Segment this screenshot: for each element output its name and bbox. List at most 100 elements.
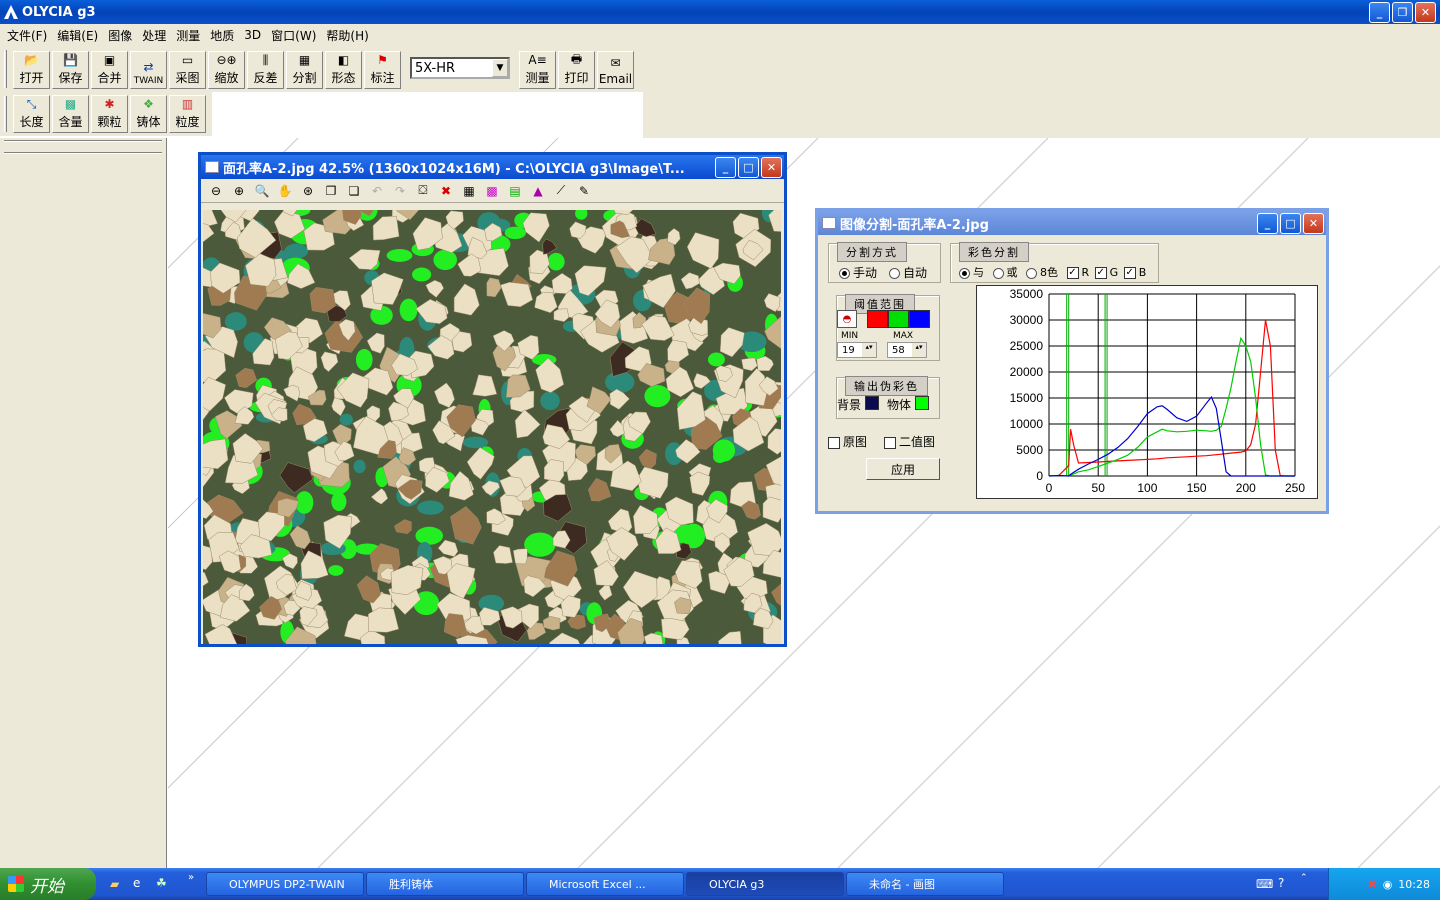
red-channel-button[interactable] — [867, 310, 888, 328]
toolbar-morphology-button[interactable]: ◧ 形态 — [325, 51, 362, 89]
toolbar-grip[interactable] — [4, 50, 7, 88]
apply-button[interactable]: 应用 — [866, 458, 940, 480]
toolbar-print-button[interactable]: 🖶 打印 — [558, 51, 595, 89]
toolbar-email-button[interactable]: ✉ Email — [597, 51, 634, 89]
task-olycia[interactable]: OLYCIA g3 — [686, 872, 844, 896]
delete-icon[interactable]: ✖ — [437, 182, 455, 200]
spinner-arrows-icon[interactable]: ▴▾ — [912, 343, 926, 357]
zoom-fit-icon[interactable]: 🔍 — [253, 182, 271, 200]
menu-geology[interactable]: 地质 — [205, 27, 239, 44]
eyedropper-icon[interactable]: ✎ — [575, 182, 593, 200]
toolbar-cast-button[interactable]: ❖ 铸体 — [130, 95, 167, 133]
toolbar-label: 长度 — [19, 115, 44, 129]
image-minimize-button[interactable]: _ — [715, 156, 736, 178]
micrograph-image[interactable] — [203, 210, 781, 644]
task-twain[interactable]: OLYMPUS DP2-TWAIN — [206, 872, 364, 896]
seg-close-button[interactable]: ✕ — [1303, 212, 1324, 234]
keyboard-icon[interactable]: ⌨ — [1256, 877, 1273, 891]
spinner-arrows-icon[interactable]: ▴▾ — [862, 343, 876, 357]
or-radio[interactable]: 或 — [992, 266, 1018, 279]
object-color-swatch[interactable] — [915, 396, 929, 410]
seg-minimize-button[interactable]: _ — [1257, 212, 1278, 234]
toolbar-content-button[interactable]: ▩ 含量 — [52, 95, 89, 133]
quick-launch-ie-icon[interactable]: e — [133, 876, 140, 890]
toolbar-grain-size-button[interactable]: ▥ 粒度 — [169, 95, 206, 133]
stamp-icon[interactable]: ⛋ — [414, 182, 432, 200]
line-tool-icon[interactable]: ⟋ — [552, 182, 570, 200]
menu-file[interactable]: 文件(F) — [2, 27, 52, 44]
menu-window[interactable]: 窗口(W) — [266, 27, 321, 44]
menu-edit[interactable]: 编辑(E) — [52, 27, 103, 44]
menu-3d[interactable]: 3D — [239, 28, 266, 42]
b-checkbox[interactable]: ✓ B — [1123, 266, 1146, 279]
eight-color-radio[interactable]: 8色 — [1026, 266, 1058, 279]
menu-process[interactable]: 处理 — [137, 27, 171, 44]
toolbar-segment-button[interactable]: ▦ 分割 — [286, 51, 323, 89]
toolbar-contrast-button[interactable]: ⫼ 反差 — [247, 51, 284, 89]
toolbar-length-button[interactable]: ⤡ 长度 — [13, 95, 50, 133]
binary-checkbox[interactable]: 二值图 — [884, 433, 935, 450]
menu-measure[interactable]: 测量 — [171, 27, 205, 44]
grid-icon[interactable]: ▦ — [460, 182, 478, 200]
image-maximize-button[interactable]: □ — [738, 156, 759, 178]
segmentation-window-titlebar[interactable]: 图像分割-面孔率A-2.jpg _ □ ✕ — [818, 211, 1326, 235]
max-spinner[interactable]: 58 ▴▾ — [887, 342, 927, 358]
toolbar-open-button[interactable]: 📂 打开 — [13, 51, 50, 89]
task-shengli[interactable]: 胜利铸体 — [366, 872, 524, 896]
r-checkbox[interactable]: ✓ R — [1066, 266, 1089, 279]
app-logo-icon — [4, 5, 18, 19]
toolbar-measure-button[interactable]: A≡ 测量 — [519, 51, 556, 89]
toolbar-save-button[interactable]: 💾 保存 — [52, 51, 89, 89]
toolbar-annotate-button[interactable]: ⚑ 标注 — [364, 51, 401, 89]
x-tick-label: 150 — [1187, 481, 1207, 495]
original-checkbox[interactable]: 原图 — [828, 433, 867, 450]
restore-button[interactable]: ❐ — [1392, 1, 1413, 23]
help-icon[interactable]: ? — [1278, 876, 1284, 890]
blue-channel-button[interactable] — [909, 310, 930, 328]
g-checkbox[interactable]: ✓ G — [1094, 266, 1118, 279]
task-excel[interactable]: Microsoft Excel ... — [526, 872, 684, 896]
zoom-out-icon[interactable]: ⊖ — [207, 182, 225, 200]
chevron-down-icon[interactable]: ▼ — [492, 59, 508, 77]
start-button[interactable]: 开始 — [0, 868, 96, 900]
tray-app-icon[interactable]: ✖ — [1367, 878, 1376, 891]
toolbar-twain-button[interactable]: ⇄ TWAIN — [130, 51, 167, 89]
tray-expand-icon[interactable]: ⌃ — [1300, 873, 1308, 883]
tray-volume-icon[interactable]: ◉ — [1383, 878, 1393, 891]
histogram-icon[interactable]: ▲ — [529, 182, 547, 200]
quick-launch-messenger-icon[interactable]: ☘ — [156, 876, 167, 890]
zoom-region-icon[interactable]: ⊛ — [299, 182, 317, 200]
menu-image[interactable]: 图像 — [103, 27, 137, 44]
undo-icon[interactable]: ↶ — [368, 182, 386, 200]
image-close-button[interactable]: ✕ — [761, 156, 782, 178]
toolbar-merge-button[interactable]: ▣ 合并 — [91, 51, 128, 89]
menu-help[interactable]: 帮助(H) — [321, 27, 373, 44]
toolbar-particle-button[interactable]: ✱ 颗粒 — [91, 95, 128, 133]
seg-maximize-button[interactable]: □ — [1280, 212, 1301, 234]
toolbar-zoom-button[interactable]: ⊖⊕ 缩放 — [208, 51, 245, 89]
close-button[interactable]: ✕ — [1415, 1, 1436, 23]
objective-select[interactable]: 5X-HR ▼ — [410, 57, 510, 79]
color-picker-icon[interactable]: ◓ — [837, 310, 857, 328]
image-window-titlebar[interactable]: 面孔率A-2.jpg 42.5% (1360x1024x16M) - C:\OL… — [201, 155, 784, 179]
toolbar-capture-button[interactable]: ▭ 采图 — [169, 51, 206, 89]
auto-radio[interactable]: 自动 — [889, 264, 927, 281]
zoom-in-icon[interactable]: ⊕ — [230, 182, 248, 200]
green-channel-button[interactable] — [888, 310, 909, 328]
quick-launch-folder-icon[interactable]: ▰ — [110, 877, 119, 891]
background-color-swatch[interactable] — [865, 396, 879, 410]
palette-icon[interactable]: ▩ — [483, 182, 501, 200]
manual-radio[interactable]: 手动 — [839, 264, 877, 281]
and-radio[interactable]: 与 — [959, 266, 984, 279]
minimize-button[interactable]: _ — [1369, 1, 1390, 23]
pore-region — [433, 249, 458, 271]
hand-pan-icon[interactable]: ✋ — [276, 182, 294, 200]
min-spinner[interactable]: 19 ▴▾ — [837, 342, 877, 358]
task-paint[interactable]: 未命名 - 画图 — [846, 872, 1004, 896]
quick-launch-expand-icon[interactable]: » — [188, 872, 194, 883]
toolbar-grip[interactable] — [4, 96, 7, 132]
copy-icon[interactable]: ❐ — [322, 182, 340, 200]
color-grid-icon[interactable]: ▤ — [506, 182, 524, 200]
redo-icon[interactable]: ↷ — [391, 182, 409, 200]
paste-icon[interactable]: ❏ — [345, 182, 363, 200]
